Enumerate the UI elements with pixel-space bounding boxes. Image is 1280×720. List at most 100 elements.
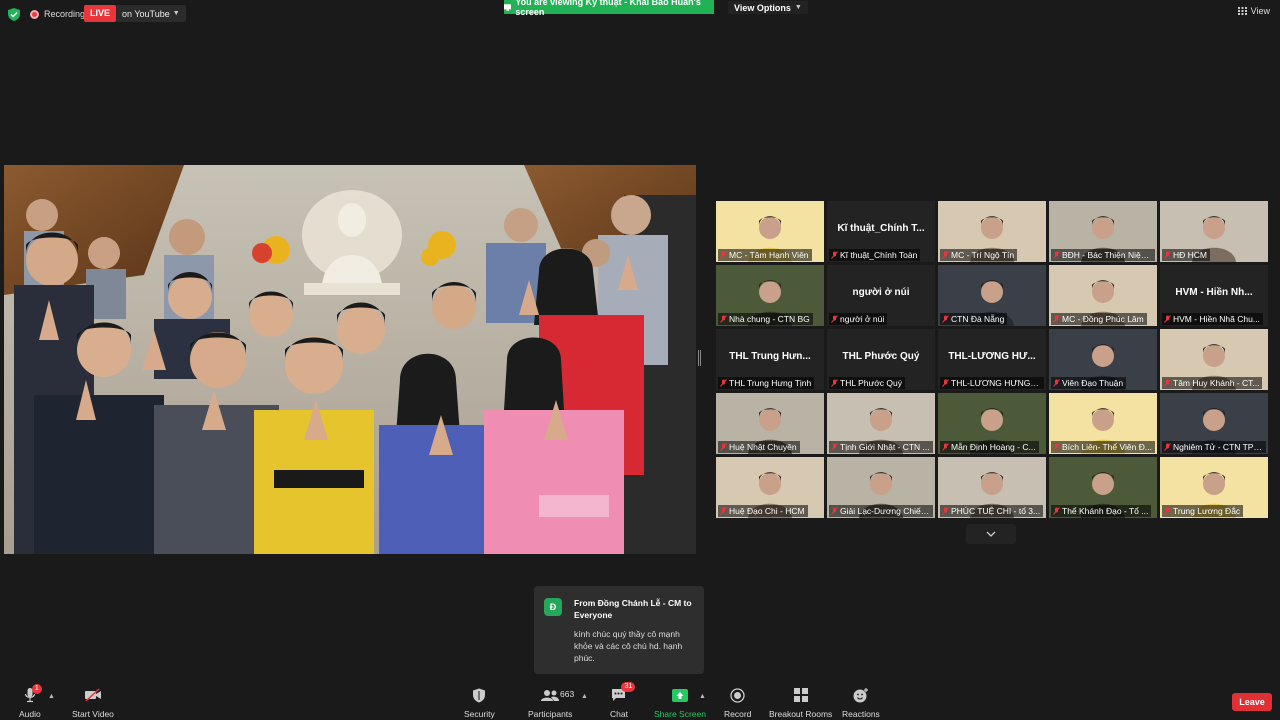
participant-name-label: Tâm Huy Khánh - CT...	[1162, 377, 1263, 389]
record-label: Record	[724, 709, 752, 719]
participant-tile[interactable]: Huệ Đạo Chi - HCM	[716, 457, 824, 518]
share-screen-options-caret[interactable]: ▲	[699, 693, 706, 700]
live-destination-wrap: on YouTube ▼	[116, 9, 186, 19]
participant-tile[interactable]: người ở núi người ở núi	[827, 265, 935, 326]
mic-muted-icon	[942, 379, 949, 387]
participant-name-label: HĐ HCM	[1162, 249, 1210, 261]
participant-tile[interactable]: Viên Đạo Thuận	[1049, 329, 1157, 390]
chat-sender: From Đồng Chánh Lễ - CM to Everyone	[574, 598, 692, 620]
mic-muted-icon	[1164, 251, 1171, 259]
mic-muted-icon	[720, 379, 727, 387]
video-off-icon	[84, 688, 101, 702]
audio-options-caret[interactable]: ▲	[48, 693, 55, 700]
security-button[interactable]: Security	[464, 686, 495, 719]
mic-muted-icon	[1164, 507, 1171, 515]
breakout-rooms-button[interactable]: Breakout Rooms	[769, 686, 832, 719]
recording-indicator[interactable]: Recording	[30, 6, 85, 22]
participant-tile[interactable]: THL Phước Quý THL Phước Quý	[827, 329, 935, 390]
mic-muted-icon	[831, 507, 838, 515]
leave-button[interactable]: Leave	[1232, 693, 1272, 711]
participant-tile[interactable]: Nghiêm Tử - CTN TPH...	[1160, 393, 1268, 454]
participant-name-label: Kĩ thuật_Chính Toàn	[829, 249, 921, 261]
mic-muted-icon	[831, 443, 838, 451]
resize-handle[interactable]	[698, 350, 701, 366]
participant-tile[interactable]: Giải Lạc-Dương Chiếu...	[827, 457, 935, 518]
participant-tile[interactable]: Trung Lương Đắc	[1160, 457, 1268, 518]
participant-display-name: THL-LƯƠNG HƯ...	[948, 351, 1036, 362]
participant-name-label: THL Phước Quý	[829, 377, 905, 389]
live-stream-menu[interactable]: LIVE on YouTube ▼	[84, 5, 186, 22]
mic-muted-icon	[942, 315, 949, 323]
shield-icon[interactable]	[8, 8, 20, 21]
participant-tile[interactable]: Kĩ thuật_Chính T... Kĩ thuật_Chính Toàn	[827, 201, 935, 262]
participant-tile[interactable]: Thể Khánh Đạo - Tổ ...	[1049, 457, 1157, 518]
participant-tile[interactable]: HVM - Hiền Nh... HVM - Hiền Nhã Chu...	[1160, 265, 1268, 326]
mic-muted-icon	[831, 251, 838, 259]
chat-label: Chat	[610, 709, 628, 719]
shared-screen-photo	[4, 165, 696, 554]
chat-notification[interactable]: Đ From Đồng Chánh Lễ - CM to Everyone kí…	[534, 586, 704, 674]
participants-options-caret[interactable]: ▲	[581, 693, 588, 700]
reactions-button[interactable]: Reactions	[842, 686, 880, 719]
start-video-label: Start Video	[72, 709, 114, 719]
participant-name-label: Bích Liên- Thể Viên Đ...	[1051, 441, 1155, 453]
participant-tile[interactable]: Tâm Huy Khánh - CT...	[1160, 329, 1268, 390]
mic-muted-icon	[1164, 443, 1171, 451]
participant-name-label: Trung Lương Đắc	[1162, 505, 1244, 517]
audio-badge: 1	[31, 684, 42, 694]
participant-tile[interactable]: Nhà chung - CTN BG	[716, 265, 824, 326]
participant-tile[interactable]: CTN Đà Nẵng	[938, 265, 1046, 326]
meeting-toolbar: 1 Audio ▲ Start Video Security Participa…	[0, 682, 1280, 720]
participant-name-label: MC - Đồng Phúc Lâm	[1051, 313, 1147, 325]
participant-tile[interactable]: THL-LƯƠNG HƯ... THL-LƯƠNG HƯNG C...	[938, 329, 1046, 390]
participant-tile[interactable]: Mẫn Định Hoàng - C...	[938, 393, 1046, 454]
chat-badge: 31	[621, 682, 636, 692]
grid-view-icon	[1237, 7, 1247, 15]
participant-name-label: THL-LƯƠNG HƯNG C...	[940, 377, 1044, 389]
breakout-rooms-icon	[793, 688, 808, 702]
smiley-icon	[853, 687, 868, 702]
participant-tile[interactable]: HĐ HCM	[1160, 201, 1268, 262]
mic-muted-icon	[831, 315, 838, 323]
chat-button[interactable]: 31 Chat	[610, 682, 636, 719]
mic-muted-icon	[720, 443, 727, 451]
record-dot-icon	[30, 9, 39, 19]
record-icon	[730, 687, 745, 703]
breakout-rooms-label: Breakout Rooms	[769, 709, 833, 719]
audio-label: Audio	[19, 709, 41, 719]
shared-screen[interactable]	[4, 165, 696, 554]
share-screen-icon	[504, 3, 512, 11]
audio-button[interactable]: 1 Audio	[19, 684, 42, 719]
participant-tile[interactable]: MC - Đồng Phúc Lâm	[1049, 265, 1157, 326]
participant-tile[interactable]: MC - Tâm Hạnh Viên	[716, 201, 824, 262]
participant-name-label: Viên Đạo Thuận	[1051, 377, 1127, 389]
participant-tile[interactable]: Tịnh Giới Nhật - CTN ...	[827, 393, 935, 454]
mic-muted-icon	[942, 443, 949, 451]
participant-tile[interactable]: Huệ Nhật Chuyên	[716, 393, 824, 454]
start-video-button[interactable]: Start Video	[72, 686, 114, 719]
avatar: Đ	[544, 598, 562, 616]
participant-name-label: MC - Trí Ngộ Tín	[940, 249, 1018, 261]
participant-name-label: Nhà chung - CTN BG	[718, 313, 813, 325]
gallery-next-page-button[interactable]	[966, 524, 1016, 544]
participant-tile[interactable]: PHÚC TUỆ CHI - tổ 3...	[938, 457, 1046, 518]
top-bar: Recording LIVE on YouTube ▼ You are view…	[0, 0, 1280, 28]
participant-name-label: Giải Lạc-Dương Chiếu...	[829, 505, 933, 517]
recording-label: Recording	[44, 9, 86, 19]
mic-muted-icon	[831, 379, 838, 387]
record-button[interactable]: Record	[724, 686, 751, 719]
chat-message: kính chúc quý thầy cô mạnh khỏe và các c…	[574, 629, 683, 663]
share-screen-button[interactable]: Share Screen	[654, 686, 706, 719]
participants-count: 663	[560, 689, 575, 699]
share-screen-icon	[671, 688, 688, 702]
participant-tile[interactable]: BĐH - Bác Thiện Niệm Chí	[1049, 201, 1157, 262]
participant-name-label: Mẫn Định Hoàng - C...	[940, 441, 1039, 453]
participant-tile[interactable]: THL Trung Hưn... THL Trung Hưng Tịnh	[716, 329, 824, 390]
chevron-down-icon: ▼	[172, 10, 180, 17]
view-options-button[interactable]: View Options ▼	[728, 1, 808, 14]
participant-name-label: người ở núi	[829, 313, 888, 325]
view-button[interactable]: View	[1237, 6, 1270, 16]
participant-tile[interactable]: MC - Trí Ngộ Tín	[938, 201, 1046, 262]
mic-muted-icon	[942, 251, 949, 259]
participant-tile[interactable]: Bích Liên- Thể Viên Đ...	[1049, 393, 1157, 454]
